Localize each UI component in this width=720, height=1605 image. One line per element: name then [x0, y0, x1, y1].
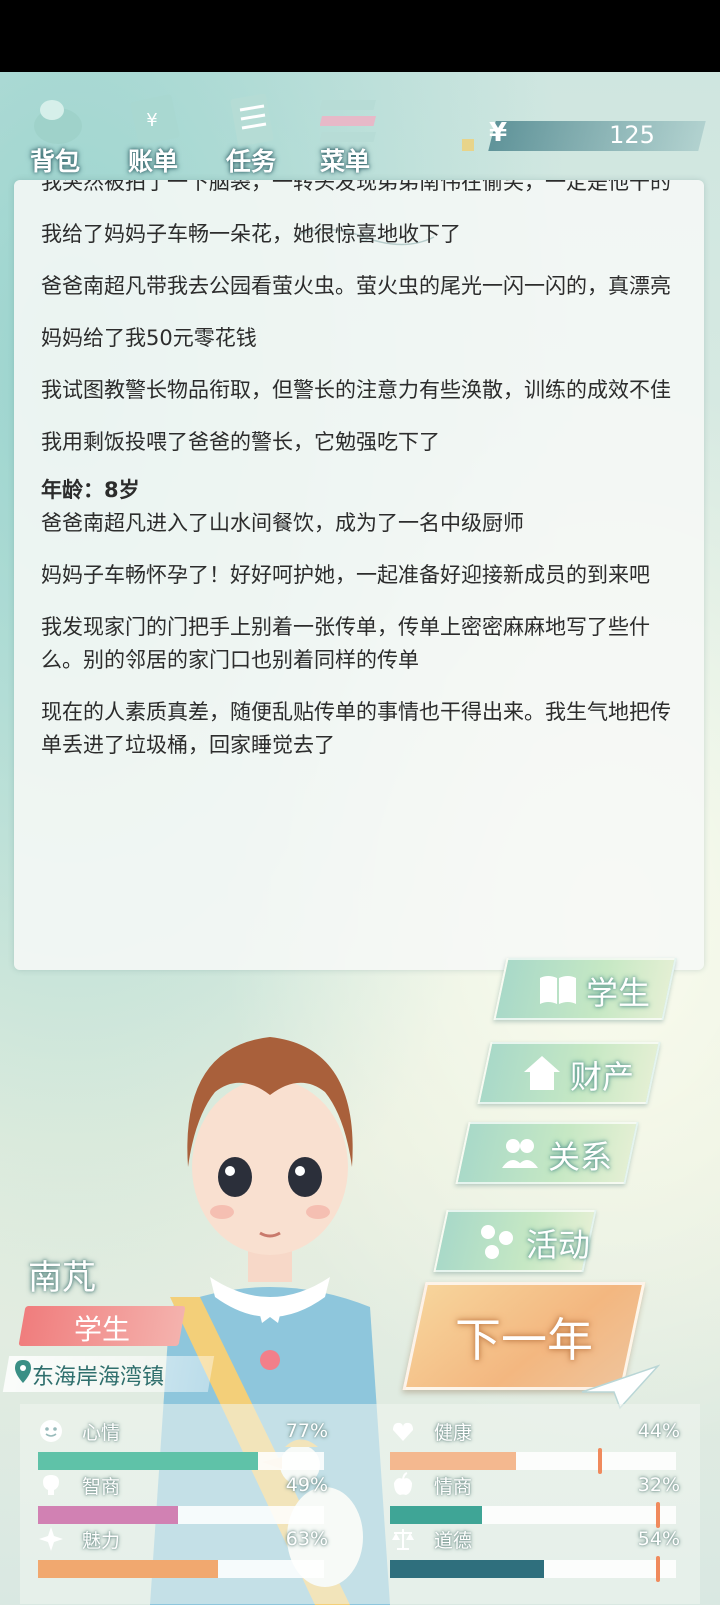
stat-fill [390, 1506, 482, 1524]
stat-3: 情商 32% [390, 1472, 680, 1528]
student-button[interactable]: 学生 [493, 958, 677, 1020]
relations-button[interactable]: 关系 [455, 1122, 639, 1184]
menu-icon [320, 100, 377, 142]
svg-text:¥: ¥ [146, 110, 157, 131]
stat-fill [390, 1452, 516, 1470]
money-display: ¥ 125 [462, 117, 706, 155]
log-entry: 爸爸南超凡进入了山水间餐饮，成为了一名中级厨师 [41, 511, 524, 535]
stat-name: 道德 [434, 1530, 473, 1552]
bill-label: 账单 [127, 147, 178, 176]
relations-label: 关系 [548, 1138, 613, 1176]
game-stage: 背包 ¥ 账单 任务 菜单 ¥ 125 我突然被拍了一下脑袋，一转头发现弟弟南伟… [0, 72, 720, 1605]
sparkle-icon [39, 1527, 63, 1551]
stat-threshold-marker [598, 1448, 602, 1474]
task-label: 任务 [225, 147, 276, 176]
log-entry: 我突然被拍了一下脑袋，一转头发现弟弟南伟在偷笑，一定是他干的 [41, 180, 671, 194]
next-year-label: 下一年 [455, 1313, 593, 1367]
log-entry: 我给了妈妈子车畅一朵花，她很惊喜地收下了 [41, 222, 461, 246]
activity-button[interactable]: 活动 [433, 1210, 597, 1272]
money-marker [462, 139, 474, 151]
log-entry: 妈妈子车畅怀孕了！好好呵护她，一起准备好迎接新成员的到来吧 [41, 563, 650, 587]
menu-button[interactable]: 菜单 [300, 80, 390, 176]
book-icon [540, 976, 576, 1004]
apple-icon [394, 1472, 412, 1495]
stat-threshold-marker [656, 1502, 660, 1528]
stat-name: 情商 [434, 1476, 473, 1498]
stat-fill [38, 1506, 179, 1524]
stat-percent: 77% [285, 1420, 328, 1442]
stat-fill [38, 1452, 259, 1470]
log-entry: 爸爸南超凡带我去公园看萤火虫。萤火虫的尾光一闪一闪的，真漂亮 [41, 274, 671, 298]
stat-name: 魅力 [82, 1530, 121, 1552]
task-icon [230, 93, 274, 147]
log-entry: 现在的人素质真差，随便乱贴传单的事情也干得出来。我生气地把传单丢进了垃圾桶，回家… [41, 700, 671, 757]
backpack-label: 背包 [29, 147, 80, 176]
stat-percent: 49% [285, 1474, 328, 1496]
stat-fill [390, 1560, 545, 1578]
stat-1: 健康 44% [390, 1418, 680, 1474]
stat-5: 道德 54% [390, 1526, 680, 1582]
property-label: 财产 [570, 1058, 635, 1096]
money-value: 125 [609, 121, 655, 149]
location-label: 东海岸海湾镇 [32, 1365, 165, 1390]
people-icon [502, 1139, 538, 1168]
stat-percent: 54% [637, 1528, 680, 1550]
stat-2: 智商 49% [38, 1472, 328, 1524]
log-entry: 妈妈给了我50元零花钱 [41, 326, 257, 350]
stat-percent: 44% [637, 1420, 680, 1442]
log-entries: 我突然被拍了一下脑袋，一转头发现弟弟南伟在偷笑，一定是他干的 我给了妈妈子车畅一… [41, 180, 681, 781]
stat-name: 健康 [434, 1422, 473, 1444]
smile-icon [40, 1420, 62, 1442]
bill-button[interactable]: ¥ 账单 [108, 80, 198, 176]
log-entry: 我发现家门的门把手上别着一张传单，传单上密密麻麻地写了些什么。别的邻居的家门口也… [41, 615, 650, 672]
stat-0: 心情 77% [38, 1418, 328, 1470]
scale-icon [392, 1529, 414, 1550]
stat-name: 智商 [82, 1476, 121, 1498]
house-icon [524, 1056, 560, 1090]
stat-percent: 63% [285, 1528, 328, 1550]
stat-percent: 32% [637, 1474, 680, 1496]
heart-icon [393, 1422, 413, 1441]
backpack-icon [34, 100, 82, 144]
log-entry: 我试图教警长物品衔取，但警长的注意力有些涣散，训练的成效不佳 [41, 378, 671, 402]
activity-label: 活动 [526, 1226, 591, 1264]
menu-label: 菜单 [319, 147, 370, 176]
property-button[interactable]: 财产 [477, 1042, 661, 1104]
stat-threshold-marker [656, 1556, 660, 1582]
log-entry: 我用剩饭投喂了爸爸的警长，它勉强吃下了 [41, 430, 440, 454]
brain-icon [43, 1475, 59, 1495]
task-button[interactable]: 任务 [206, 80, 296, 176]
student-label: 学生 [586, 974, 651, 1012]
character-name: 南芃 [28, 1258, 96, 1298]
stat-name: 心情 [82, 1422, 121, 1444]
age-heading: 年龄：8岁 [41, 478, 140, 502]
job-label: 学生 [73, 1313, 130, 1346]
location-pin-icon [15, 1360, 31, 1383]
stat-4: 魅力 63% [38, 1526, 328, 1578]
activity-icon [481, 1225, 513, 1259]
stat-fill [38, 1560, 219, 1578]
backpack-button[interactable]: 背包 [10, 80, 100, 176]
life-log-panel[interactable]: 我突然被拍了一下脑袋，一转头发现弟弟南伟在偷笑，一定是他干的 我给了妈妈子车畅一… [14, 180, 704, 970]
bill-icon: ¥ [130, 94, 180, 146]
yen-icon: ¥ [488, 118, 508, 148]
